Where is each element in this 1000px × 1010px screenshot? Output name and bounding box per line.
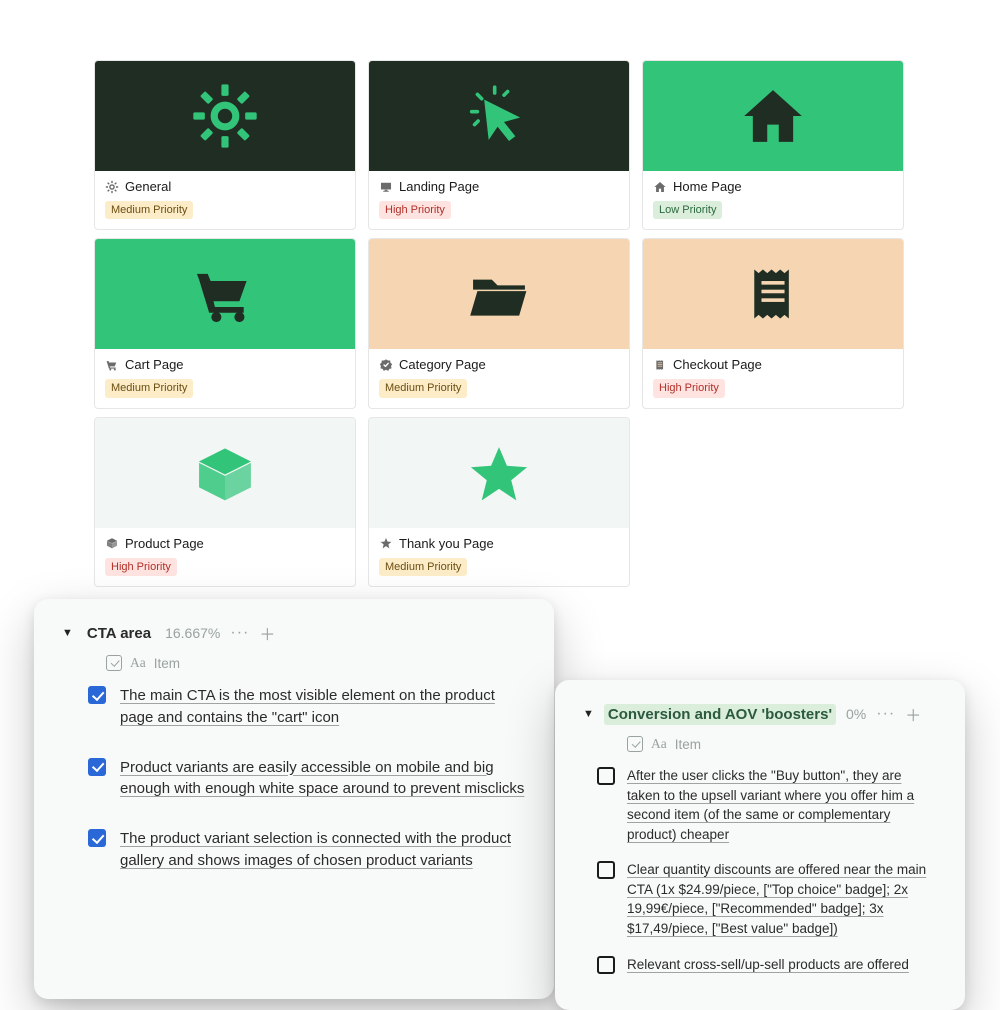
folder-icon xyxy=(463,258,535,330)
cursor-icon xyxy=(463,80,535,152)
card-category-page[interactable]: Category Page Medium Priority xyxy=(368,238,630,408)
card-title: Product Page xyxy=(125,536,204,551)
card-title: Category Page xyxy=(399,357,486,372)
card-hero xyxy=(643,239,903,349)
text-type-icon: Aa xyxy=(651,736,667,752)
card-title: Home Page xyxy=(673,179,742,194)
card-hero xyxy=(369,61,629,171)
item-text[interactable]: The product variant selection is connect… xyxy=(120,828,526,872)
panel-cta-area: ▼ CTA area 16.667% ··· ＋ Aa Item The mai… xyxy=(34,599,554,999)
card-hero xyxy=(643,61,903,171)
checkbox[interactable] xyxy=(88,758,106,776)
checkbox-column-icon xyxy=(106,655,122,671)
folder-icon xyxy=(379,358,393,372)
collapse-toggle[interactable]: ▼ xyxy=(583,708,594,720)
box-icon xyxy=(189,437,261,509)
priority-badge: Low Priority xyxy=(653,201,722,219)
item-text[interactable]: The main CTA is the most visible element… xyxy=(120,685,526,729)
more-menu-icon[interactable]: ··· xyxy=(230,624,249,642)
column-header: Aa Item xyxy=(627,736,937,752)
priority-badge: Medium Priority xyxy=(379,558,467,576)
checkbox[interactable] xyxy=(597,767,615,785)
text-type-icon: Aa xyxy=(130,655,146,671)
list-item[interactable]: After the user clicks the "Buy button", … xyxy=(583,766,937,844)
card-landing-page[interactable]: Landing Page High Priority xyxy=(368,60,630,230)
list-item[interactable]: Relevant cross-sell/up-sell products are… xyxy=(583,955,937,975)
card-grid: General Medium Priority Landing Page High P… xyxy=(0,0,1000,587)
gear-icon xyxy=(105,180,119,194)
column-label: Item xyxy=(154,656,180,671)
list-item[interactable]: The main CTA is the most visible element… xyxy=(62,685,526,729)
priority-badge: Medium Priority xyxy=(105,201,193,219)
section-title[interactable]: CTA area xyxy=(83,623,155,644)
item-text[interactable]: Relevant cross-sell/up-sell products are… xyxy=(627,955,909,975)
card-home-page[interactable]: Home Page Low Priority xyxy=(642,60,904,230)
gear-icon xyxy=(189,80,261,152)
card-hero xyxy=(369,239,629,349)
priority-badge: Medium Priority xyxy=(379,379,467,397)
panel-conversion-boosters: ▼ Conversion and AOV 'boosters' 0% ··· ＋… xyxy=(555,680,965,1010)
checkbox[interactable] xyxy=(88,686,106,704)
card-hero xyxy=(95,239,355,349)
section-percent: 0% xyxy=(846,706,866,722)
receipt-icon xyxy=(737,258,809,330)
cart-icon xyxy=(189,258,261,330)
card-checkout-page[interactable]: Checkout Page High Priority xyxy=(642,238,904,408)
list-item[interactable]: Clear quantity discounts are offered nea… xyxy=(583,860,937,938)
card-body: Category Page Medium Priority xyxy=(369,349,629,407)
card-body: Cart Page Medium Priority xyxy=(95,349,355,407)
section-title[interactable]: Conversion and AOV 'boosters' xyxy=(604,704,836,725)
checkbox[interactable] xyxy=(597,956,615,974)
card-title: Cart Page xyxy=(125,357,184,372)
card-hero xyxy=(369,418,629,528)
card-body: Home Page Low Priority xyxy=(643,171,903,229)
card-title: Thank you Page xyxy=(399,536,494,551)
card-product-page[interactable]: Product Page High Priority xyxy=(94,417,356,587)
collapse-toggle[interactable]: ▼ xyxy=(62,627,73,639)
card-body: Thank you Page Medium Priority xyxy=(369,528,629,586)
priority-badge: High Priority xyxy=(653,379,725,397)
card-thank-you-page[interactable]: Thank you Page Medium Priority xyxy=(368,417,630,587)
card-body: Product Page High Priority xyxy=(95,528,355,586)
card-general[interactable]: General Medium Priority xyxy=(94,60,356,230)
checkbox[interactable] xyxy=(88,829,106,847)
column-label: Item xyxy=(675,737,701,752)
more-menu-icon[interactable]: ··· xyxy=(876,705,895,723)
add-item-button[interactable]: ＋ xyxy=(905,702,921,726)
checkbox[interactable] xyxy=(597,861,615,879)
list-item[interactable]: The product variant selection is connect… xyxy=(62,828,526,872)
card-hero xyxy=(95,418,355,528)
card-body: Landing Page High Priority xyxy=(369,171,629,229)
card-body: General Medium Priority xyxy=(95,171,355,229)
card-title: Checkout Page xyxy=(673,357,762,372)
item-text[interactable]: Product variants are easily accessible o… xyxy=(120,757,526,801)
item-text[interactable]: Clear quantity discounts are offered nea… xyxy=(627,860,937,938)
card-hero xyxy=(95,61,355,171)
priority-badge: High Priority xyxy=(105,558,177,576)
priority-badge: Medium Priority xyxy=(105,379,193,397)
card-body: Checkout Page High Priority xyxy=(643,349,903,407)
home-icon xyxy=(737,80,809,152)
list-item[interactable]: Product variants are easily accessible o… xyxy=(62,757,526,801)
add-item-button[interactable]: ＋ xyxy=(259,621,275,645)
priority-badge: High Priority xyxy=(379,201,451,219)
card-title: General xyxy=(125,179,171,194)
section-percent: 16.667% xyxy=(165,625,220,641)
cart-icon xyxy=(105,358,119,372)
star-icon xyxy=(379,536,393,550)
star-icon xyxy=(463,437,535,509)
card-title: Landing Page xyxy=(399,179,479,194)
cursor-icon xyxy=(379,180,393,194)
home-icon xyxy=(653,180,667,194)
item-text[interactable]: After the user clicks the "Buy button", … xyxy=(627,766,937,844)
column-header: Aa Item xyxy=(106,655,526,671)
receipt-icon xyxy=(653,358,667,372)
box-icon xyxy=(105,536,119,550)
card-cart-page[interactable]: Cart Page Medium Priority xyxy=(94,238,356,408)
checkbox-column-icon xyxy=(627,736,643,752)
